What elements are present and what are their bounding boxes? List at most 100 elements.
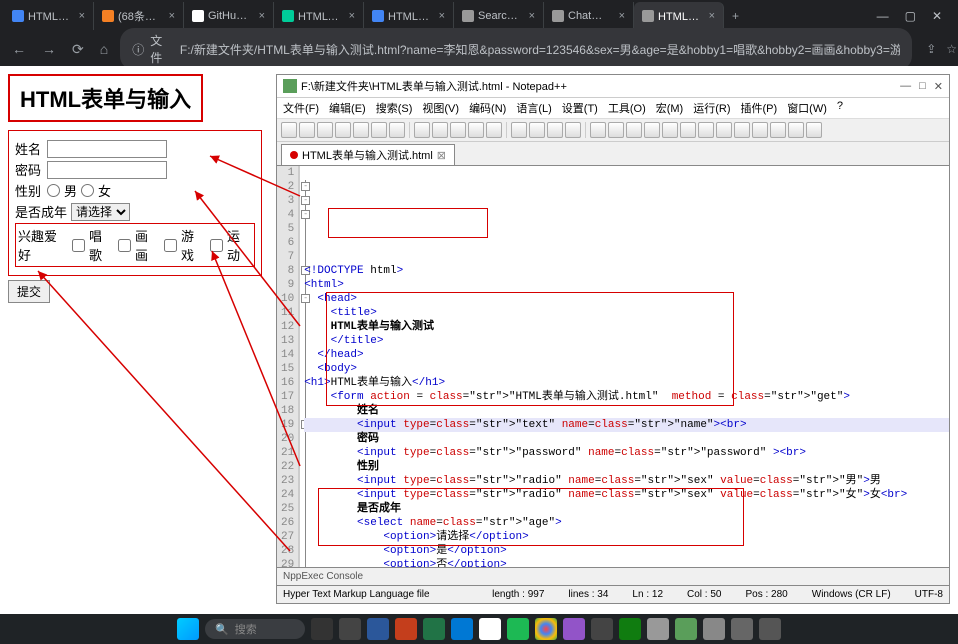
task-icon[interactable] (731, 618, 753, 640)
task-icon[interactable] (507, 618, 529, 640)
menu-window[interactable]: 窗口(W) (787, 100, 827, 116)
toolbar-icon[interactable] (626, 122, 642, 138)
toolbar-icon[interactable] (698, 122, 714, 138)
toolbar-icon[interactable] (734, 122, 750, 138)
tab-2[interactable]: GitHub: Let'× (184, 2, 274, 30)
toolbar-icon[interactable] (432, 122, 448, 138)
task-icon[interactable] (395, 618, 417, 640)
toolbar-icon[interactable] (317, 122, 333, 138)
url-input[interactable]: ⓘ 文件 F:/新建文件夹/HTML表单与输入测试.html?name=李知恩&… (120, 28, 912, 70)
close-icon[interactable]: × (169, 10, 175, 22)
toolbar-icon[interactable] (371, 122, 387, 138)
close-icon[interactable]: × (349, 10, 355, 22)
task-icon[interactable] (311, 618, 333, 640)
menu-run[interactable]: 运行(R) (693, 100, 730, 116)
toolbar-icon[interactable] (468, 122, 484, 138)
task-icon[interactable] (563, 618, 585, 640)
menu-file[interactable]: 文件(F) (283, 100, 319, 116)
toolbar-icon[interactable] (680, 122, 696, 138)
npp-maximize-icon[interactable]: □ (919, 80, 926, 93)
taskbar-search[interactable]: 🔍搜索 (205, 619, 305, 639)
npp-file-tab[interactable]: HTML表单与输入测试.html ⊠ (281, 144, 455, 165)
toolbar-icon[interactable] (770, 122, 786, 138)
npp-editor[interactable]: 1234567891011121314151617181920212223242… (277, 166, 949, 567)
reload-button[interactable]: ⟳ (68, 41, 88, 58)
menu-language[interactable]: 语言(L) (516, 100, 551, 116)
forward-button[interactable]: → (38, 41, 60, 57)
toolbar-icon[interactable] (281, 122, 297, 138)
menu-edit[interactable]: 编辑(E) (329, 100, 366, 116)
toolbar-icon[interactable] (644, 122, 660, 138)
home-button[interactable]: ⌂ (96, 41, 112, 57)
password-input[interactable] (47, 161, 167, 179)
menu-tools[interactable]: 工具(O) (608, 100, 646, 116)
toolbar-icon[interactable] (414, 122, 430, 138)
close-icon[interactable]: × (259, 10, 265, 22)
tab-7-active[interactable]: HTML表单与× (634, 2, 724, 30)
menu-encoding[interactable]: 编码(N) (469, 100, 506, 116)
close-icon[interactable]: × (529, 10, 535, 22)
tab-0[interactable]: HTML元素表× (4, 2, 94, 30)
task-icon[interactable] (619, 618, 641, 640)
age-select[interactable]: 请选择 (71, 203, 130, 221)
chrome-icon[interactable] (535, 618, 557, 640)
npp-close-icon[interactable]: ✕ (934, 80, 943, 93)
code-area[interactable]: <!DOCTYPE html><html> <head> <title> HTM… (300, 166, 949, 567)
toolbar-icon[interactable] (788, 122, 804, 138)
task-icon[interactable] (647, 618, 669, 640)
toolbar-icon[interactable] (547, 122, 563, 138)
toolbar-icon[interactable] (450, 122, 466, 138)
close-icon[interactable]: × (619, 10, 625, 22)
share-icon[interactable]: ⇪ (926, 42, 936, 56)
tab-3[interactable]: HTML 教程× (274, 2, 364, 30)
task-icon[interactable] (367, 618, 389, 640)
task-icon[interactable] (759, 618, 781, 640)
toolbar-icon[interactable] (335, 122, 351, 138)
menu-view[interactable]: 视图(V) (422, 100, 459, 116)
task-icon[interactable] (703, 618, 725, 640)
sex-male-radio[interactable] (47, 184, 60, 197)
star-icon[interactable]: ☆ (946, 42, 957, 56)
task-icon[interactable] (591, 618, 613, 640)
close-window-icon[interactable]: ✕ (932, 9, 942, 23)
toolbar-icon[interactable] (529, 122, 545, 138)
toolbar-icon[interactable] (662, 122, 678, 138)
hobby4-checkbox[interactable] (210, 239, 223, 252)
sex-female-radio[interactable] (81, 184, 94, 197)
toolbar-icon[interactable] (389, 122, 405, 138)
back-button[interactable]: ← (8, 41, 30, 57)
tab-4[interactable]: HTML头部完× (364, 2, 454, 30)
start-icon[interactable] (177, 618, 199, 640)
task-icon[interactable] (423, 618, 445, 640)
npp-tab-close-icon[interactable]: ⊠ (437, 149, 446, 162)
close-icon[interactable]: × (79, 10, 85, 22)
npp-taskbar-icon[interactable] (675, 618, 697, 640)
minimize-icon[interactable]: — (877, 9, 889, 23)
hobby3-checkbox[interactable] (164, 239, 177, 252)
npp-minimize-icon[interactable]: — (900, 80, 911, 93)
toolbar-icon[interactable] (716, 122, 732, 138)
npp-titlebar[interactable]: F:\新建文件夹\HTML表单与输入测试.html - Notepad++ — … (277, 75, 949, 98)
close-icon[interactable]: × (439, 10, 445, 22)
new-tab-button[interactable]: + (724, 9, 747, 23)
tab-6[interactable]: ChatGPT W× (544, 2, 634, 30)
info-icon[interactable]: ⓘ (132, 41, 144, 58)
tab-1[interactable]: (68条消息) C× (94, 2, 184, 30)
menu-search[interactable]: 搜索(S) (376, 100, 413, 116)
toolbar-icon[interactable] (353, 122, 369, 138)
close-icon[interactable]: × (709, 10, 715, 22)
hobby2-checkbox[interactable] (118, 239, 131, 252)
toolbar-icon[interactable] (486, 122, 502, 138)
npp-console[interactable]: NppExec Console (277, 567, 949, 585)
maximize-icon[interactable]: ▢ (905, 9, 916, 23)
task-icon[interactable] (339, 618, 361, 640)
menu-macro[interactable]: 宏(M) (656, 100, 684, 116)
menu-plugins[interactable]: 插件(P) (741, 100, 778, 116)
toolbar-icon[interactable] (565, 122, 581, 138)
name-input[interactable] (47, 140, 167, 158)
toolbar-icon[interactable] (590, 122, 606, 138)
toolbar-icon[interactable] (299, 122, 315, 138)
toolbar-icon[interactable] (511, 122, 527, 138)
menu-help[interactable]: ? (837, 100, 843, 116)
task-icon[interactable] (451, 618, 473, 640)
